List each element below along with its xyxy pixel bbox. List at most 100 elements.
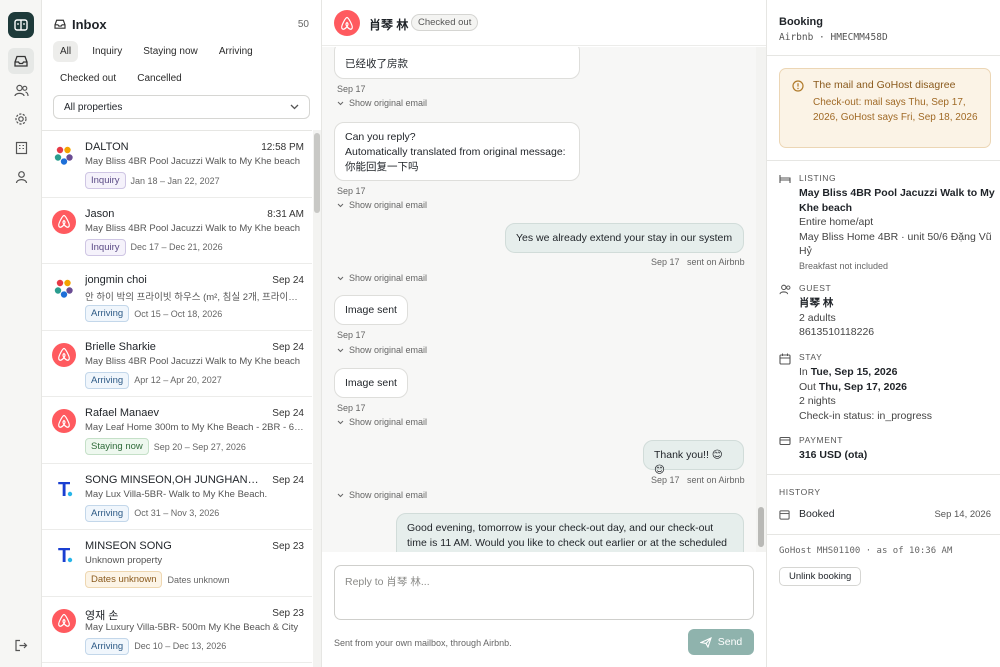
thread-scrollbar-thumb[interactable] xyxy=(758,507,764,547)
conversation-list-item[interactable]: 영재 손 Sep 23 May Luxury Villa-5BR- 500m My … xyxy=(42,597,312,663)
filter-staying-now[interactable]: Staying now xyxy=(136,41,204,62)
conversation-list-item[interactable]: T MINSEON SONG Sep 23 Unknown property Dates… xyxy=(42,530,312,597)
conversation-list-item[interactable]: Rafael Manaev Sep 24 May Leaf Home 300m to… xyxy=(42,397,312,464)
stay-range: Jan 18 – Jan 22, 2027 xyxy=(130,175,220,186)
property-name: May Lux Villa-5BR- Walk to My Khe Beach. xyxy=(85,488,268,500)
listing-unit: May Bliss Home 4BR · unit 50/6 Đặng Vũ H… xyxy=(799,230,992,258)
divider xyxy=(767,534,1000,535)
last-message-time: Sep 24 xyxy=(272,341,304,353)
booking-title: Booking xyxy=(779,16,823,28)
chevron-down-icon xyxy=(337,276,344,280)
list-scrollbar-thumb[interactable] xyxy=(314,133,320,213)
properties-nav-icon[interactable] xyxy=(8,135,34,161)
stay-range: Dec 10 – Dec 13, 2026 xyxy=(134,641,227,651)
stay-in-prefix: In xyxy=(799,366,808,378)
guest-name: SONG MINSEON,OH JUNGHAN,KIM... xyxy=(85,473,260,486)
unlink-booking-button[interactable]: Unlink booking xyxy=(779,567,862,586)
history-row: Booked Sep 14, 2026 xyxy=(779,508,991,522)
show-original-email[interactable]: Show original email xyxy=(337,417,427,427)
guests-nav-icon[interactable] xyxy=(8,77,34,103)
gohost-reference: GoHost MHS01100 · as of 10:36 AM xyxy=(779,546,953,556)
stay-range: Dec 17 – Dec 21, 2026 xyxy=(130,242,223,252)
listing-type: Entire home/apt xyxy=(799,216,874,228)
filter-checked-out[interactable]: Checked out xyxy=(53,68,123,89)
airbnb-icon xyxy=(334,10,360,36)
inbox-panel: Inbox 50 All Inquiry Staying now Arrivin… xyxy=(42,0,322,667)
app-logo-icon[interactable] xyxy=(8,12,34,38)
bed-icon xyxy=(779,175,791,183)
conversation-list-item[interactable]: a DALTON 12:58 PM May Bliss 4BR Pool Jacuzz… xyxy=(42,131,312,198)
stay-nights: 2 nights xyxy=(799,395,836,407)
show-original-email[interactable]: Show original email xyxy=(337,345,427,355)
message-meta: Sep 17 xyxy=(337,403,366,413)
conversation-list-item[interactable]: Brielle Sharkie Sep 24 May Bliss 4BR Pool … xyxy=(42,331,312,397)
property-select[interactable]: All properties xyxy=(53,95,310,119)
conversation-list-item[interactable]: T SONG MINSEON,OH JUNGHAN,KIM... Sep 24 May… xyxy=(42,464,312,530)
logout-icon[interactable] xyxy=(8,632,34,658)
warning-title: The mail and GoHost disagree xyxy=(813,79,956,91)
booking-subtitle: Airbnb · HMECMM458D xyxy=(779,32,888,43)
show-original-email[interactable]: Show original email xyxy=(337,200,427,210)
filter-chips: All Inquiry Staying now Arriving Checked… xyxy=(53,41,313,95)
show-original-email[interactable]: Show original email xyxy=(337,273,427,283)
divider xyxy=(767,160,1000,161)
chevron-down-icon xyxy=(337,203,344,207)
conversation-list-item[interactable]: Jason 8:31 AM May Bliss 4BR Pool Jacuzzi W… xyxy=(42,198,312,264)
thread-scrollbar[interactable] xyxy=(756,47,766,552)
property-name: May Bliss 4BR Pool Jacuzzi Walk to My Kh… xyxy=(85,355,301,367)
message-bubble-outgoing: Thank you!! 😊😊 xyxy=(643,440,744,476)
calendar-icon xyxy=(779,353,791,365)
show-original-email[interactable]: Show original email xyxy=(337,490,427,500)
property-name: May Leaf Home 300m to My Khe Beach - 2BR… xyxy=(85,422,305,433)
chevron-down-icon xyxy=(337,420,344,424)
filter-cancelled[interactable]: Cancelled xyxy=(130,68,188,89)
unlink-booking-label: Unlink booking xyxy=(789,571,852,582)
property-name: 안 하이 박의 프라이빗 하우스 (m², 침실 2개, 프라이빗 욕실 ... xyxy=(85,292,305,303)
stay-range: Oct 15 – Oct 18, 2026 xyxy=(134,308,223,319)
stay-label: STAY xyxy=(799,352,823,362)
svg-text:T: T xyxy=(58,545,70,565)
last-message-time: Sep 23 xyxy=(272,541,304,552)
message-bubble: 已经收了房款 xyxy=(334,47,580,79)
last-message-time: 8:31 AM xyxy=(267,208,304,220)
inbox-header: Inbox 50 xyxy=(54,14,309,34)
checkin-status: Check-in status: in_progress xyxy=(799,409,933,422)
warning-body: Check-out: mail says Thu, Sep 17, 2026, … xyxy=(813,97,978,123)
conversation-list-item[interactable]: a jongmin choi Sep 24 안 하이 박의 프라이빗 하우스 (m²,… xyxy=(42,264,312,331)
message-meta: Sep 17 sent on Airbnb xyxy=(651,257,745,267)
filter-inquiry[interactable]: Inquiry xyxy=(85,41,129,62)
airbnb-icon xyxy=(52,209,76,234)
message-thread: 已经收了房款 Sep 17 Show original email Can yo… xyxy=(322,47,756,552)
stay-range: Oct 31 – Nov 3, 2026 xyxy=(134,508,220,518)
last-message-time: Sep 24 xyxy=(272,275,304,286)
stay-in-date: Tue, Sep 15, 2026 xyxy=(810,366,898,378)
history-date: Sep 14, 2026 xyxy=(934,509,991,520)
account-nav-icon[interactable] xyxy=(8,164,34,190)
filter-all[interactable]: All xyxy=(53,41,79,62)
property-name: May Luxury Villa-5BR- 500m My Khe Beach … xyxy=(85,621,299,633)
card-icon xyxy=(779,436,791,446)
guest-name: 肖琴 林 xyxy=(369,18,409,32)
filter-arriving[interactable]: Arriving xyxy=(212,41,260,62)
inbox-nav-icon[interactable] xyxy=(8,48,34,74)
traveloka-icon: T xyxy=(52,475,76,500)
message-meta: Sep 17 xyxy=(337,84,366,94)
warning-icon xyxy=(792,80,804,92)
reply-input[interactable]: Reply to 肖琴 林... xyxy=(334,565,754,620)
guest-name: Brielle Sharkie xyxy=(85,340,156,353)
last-message-time: Sep 24 xyxy=(272,408,304,419)
chevron-down-icon xyxy=(290,104,299,110)
property-name: May Bliss 4BR Pool Jacuzzi Walk to My Kh… xyxy=(85,222,301,234)
payment-label: PAYMENT xyxy=(799,435,844,445)
airbnb-icon xyxy=(52,608,76,633)
show-original-email[interactable]: Show original email xyxy=(337,98,427,108)
stay-range: Sep 20 – Sep 27, 2026 xyxy=(153,441,246,452)
app-rail xyxy=(0,0,42,667)
conversation-header: 肖琴 林 Checked out xyxy=(322,0,766,46)
status-badge: Staying now xyxy=(85,438,149,455)
stay-out-date: Thu, Sep 17, 2026 xyxy=(818,380,907,393)
settings-nav-icon[interactable] xyxy=(8,106,34,132)
agoda-icon: a xyxy=(52,276,76,300)
guest-name-detail: 肖琴 林 xyxy=(799,297,834,309)
send-button[interactable]: Send xyxy=(688,629,754,655)
